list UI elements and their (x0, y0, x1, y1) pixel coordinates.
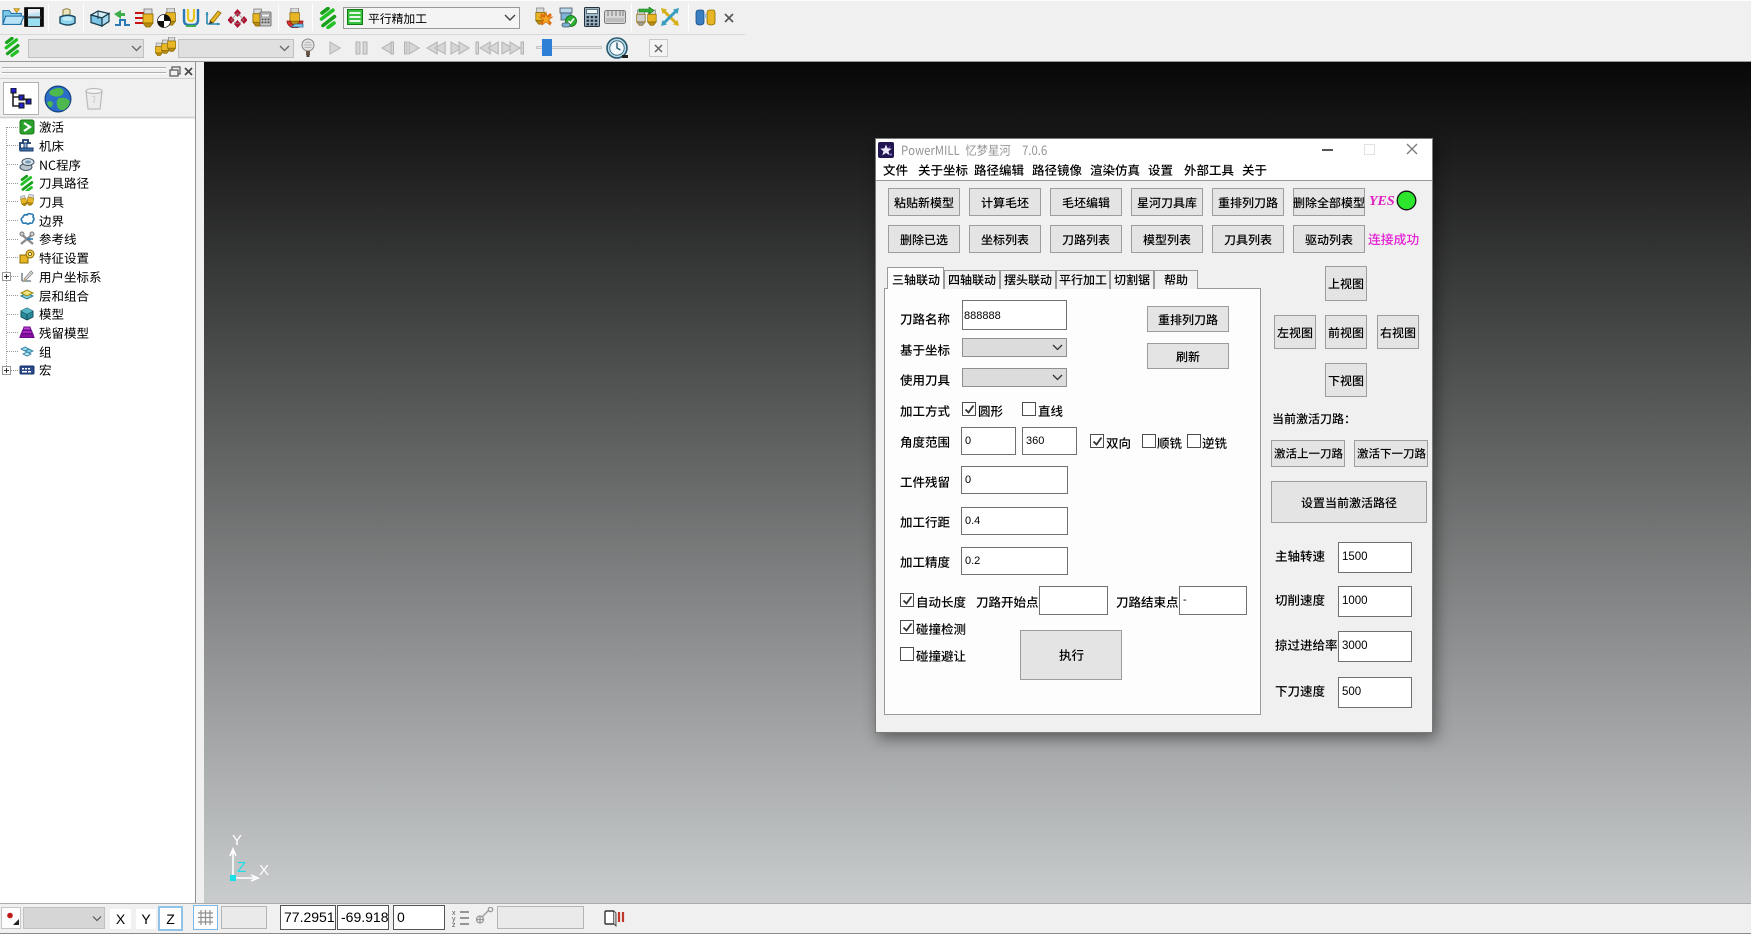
svg-text:z: z (452, 922, 456, 928)
svg-text:Z: Z (237, 859, 246, 876)
svg-text:Y: Y (232, 832, 242, 849)
svg-text:X: X (259, 862, 269, 879)
